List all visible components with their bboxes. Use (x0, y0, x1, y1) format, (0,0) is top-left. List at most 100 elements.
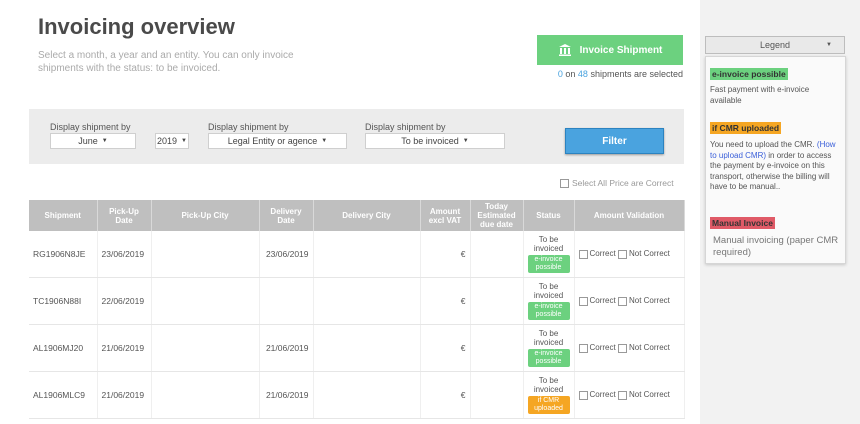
month-filter-label: Display shipment by (50, 122, 131, 132)
status-cell: To be invoiced e-invoice possible (523, 324, 575, 372)
status-cell: To be invoiced e-invoice possible (523, 277, 575, 325)
legend-cmr-text: You need to upload the CMR. (How to uplo… (710, 140, 840, 193)
entity-filter-label: Display shipment by (208, 122, 289, 132)
chevron-down-icon: ▼ (826, 42, 832, 48)
status-badge: e-invoice possible (527, 349, 570, 367)
correct-checkbox[interactable] (578, 296, 588, 306)
status-badge: if CMR uploaded (527, 396, 570, 414)
not-correct-label: Not Correct (628, 343, 670, 353)
table-row: AL1906MLC9 21/06/2019 21/06/2019 € To be… (29, 371, 685, 419)
delivery-date: 21/06/2019 (259, 371, 314, 419)
status-text: To be invoiced (533, 235, 564, 253)
delivery-date (259, 277, 314, 325)
amount-validation: Correct Not Correct (574, 324, 685, 372)
legend-manual-text: Manual invoicing (paper CMR required) (713, 235, 839, 258)
header-status: Status (523, 200, 575, 231)
status-select[interactable]: To be invoiced ▼ (365, 133, 505, 149)
header-amount-validation: Amount Validation (574, 200, 685, 231)
not-correct-checkbox[interactable] (617, 390, 627, 400)
header-amount: Amount excl VAT (420, 200, 471, 231)
amount: € (420, 371, 471, 419)
pickup-city (151, 324, 260, 372)
header-pickup-date: Pick-Up Date (97, 200, 152, 231)
delivery-city (313, 231, 421, 278)
table-row: TC1906N88I 22/06/2019 € To be invoiced e… (29, 277, 685, 325)
filter-button[interactable]: Filter (565, 128, 664, 154)
pickup-date: 22/06/2019 (97, 277, 152, 325)
header-delivery-date: Delivery Date (259, 200, 314, 231)
selected-on-label: on (565, 69, 576, 79)
shipments-table: Shipment Pick-Up Date Pick-Up City Deliv… (29, 200, 685, 419)
due-date (470, 324, 524, 372)
table-row: AL1906MJ20 21/06/2019 21/06/2019 € To be… (29, 324, 685, 372)
shipment-id: RG1906N8JE (29, 231, 98, 278)
pickup-city (151, 371, 260, 419)
not-correct-label: Not Correct (628, 249, 670, 259)
pickup-date: 21/06/2019 (97, 371, 152, 419)
status-text: To be invoiced (533, 282, 564, 300)
selected-count: 0 on 48 shipments are selected (537, 69, 683, 79)
chevron-down-icon: ▼ (181, 138, 187, 144)
selected-suffix: shipments are selected (590, 69, 683, 79)
legend-manual-tag: Manual Invoice (710, 217, 775, 229)
due-date (470, 277, 524, 325)
select-all-checkbox[interactable] (560, 178, 569, 188)
chevron-down-icon: ▼ (462, 138, 469, 144)
pickup-date: 21/06/2019 (97, 324, 152, 372)
correct-checkbox[interactable] (578, 343, 588, 353)
shipment-id: AL1906MLC9 (29, 371, 98, 419)
amount-validation: Correct Not Correct (574, 231, 685, 278)
shipment-id: AL1906MJ20 (29, 324, 98, 372)
entity-select[interactable]: Legal Entity or agence ▼ (208, 133, 347, 149)
legend-einvoice-text: Fast payment with e-invoice available (710, 85, 810, 105)
status-badge: e-invoice possible (527, 302, 570, 320)
page-title: Invoicing overview (38, 14, 235, 39)
status-filter-label: Display shipment by (365, 122, 446, 132)
header-due-date: Today Estimated due date (470, 200, 524, 231)
invoice-shipment-button[interactable]: Invoice Shipment (537, 35, 683, 65)
legend-panel: e-invoice possible Fast payment with e-i… (705, 56, 846, 264)
shipment-id: TC1906N88I (29, 277, 98, 325)
correct-label: Correct (589, 249, 616, 259)
legend-einvoice-tag: e-invoice possible (710, 68, 788, 80)
not-correct-checkbox[interactable] (617, 296, 627, 306)
selected-number: 0 (557, 69, 563, 79)
header-shipment: Shipment (29, 200, 98, 231)
status-select-value: To be invoiced (401, 136, 459, 146)
correct-label: Correct (589, 390, 616, 400)
delivery-date: 21/06/2019 (259, 324, 314, 372)
select-all-control[interactable]: Select All Price are Correct (560, 178, 674, 188)
amount-validation: Correct Not Correct (574, 277, 685, 325)
correct-checkbox[interactable] (578, 249, 588, 259)
status-cell: To be invoiced e-invoice possible (523, 231, 575, 278)
correct-label: Correct (589, 296, 616, 306)
delivery-date: 23/06/2019 (259, 231, 314, 278)
not-correct-checkbox[interactable] (617, 249, 627, 259)
select-all-label: Select All Price are Correct (572, 178, 674, 188)
legend-cmr-text-before: You need to upload the CMR. (710, 140, 815, 149)
due-date (470, 231, 524, 278)
correct-label: Correct (589, 343, 616, 353)
month-select-value: June (78, 136, 98, 146)
total-number: 48 (577, 69, 588, 79)
correct-checkbox[interactable] (578, 390, 588, 400)
amount-validation: Correct Not Correct (574, 371, 685, 419)
year-select[interactable]: 2019 ▼ (155, 133, 189, 149)
entity-select-value: Legal Entity or agence (227, 136, 318, 146)
status-text: To be invoiced (533, 376, 564, 394)
bank-icon (558, 44, 571, 56)
chevron-down-icon: ▼ (101, 138, 108, 144)
not-correct-checkbox[interactable] (617, 343, 627, 353)
delivery-city (313, 371, 421, 419)
status-badge: e-invoice possible (527, 255, 570, 273)
legend-cmr-tag: if CMR uploaded (710, 122, 782, 134)
legend-dropdown-button[interactable]: Legend ▼ (705, 36, 845, 54)
status-cell: To be invoiced if CMR uploaded (523, 371, 575, 419)
year-select-value: 2019 (157, 136, 178, 146)
not-correct-label: Not Correct (628, 296, 670, 306)
month-select[interactable]: June ▼ (50, 133, 136, 149)
amount: € (420, 277, 471, 325)
pickup-date: 23/06/2019 (97, 231, 152, 278)
status-text: To be invoiced (533, 329, 564, 347)
page-subtitle: Select a month, a year and an entity. Yo… (38, 50, 294, 74)
